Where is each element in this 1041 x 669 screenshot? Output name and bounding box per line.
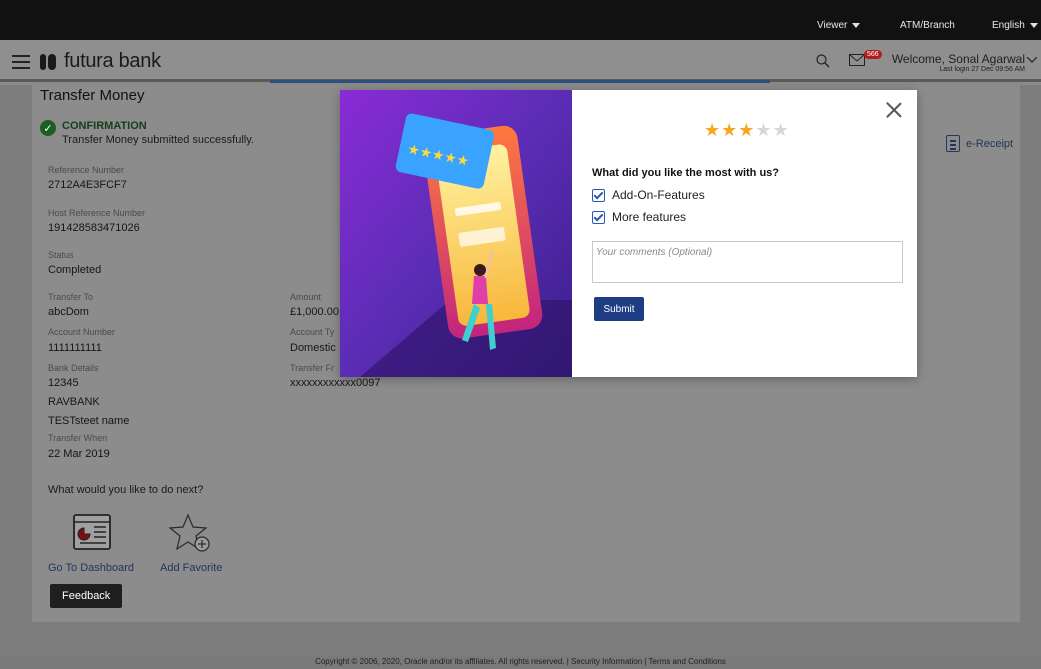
account-type-label: Account Ty <box>290 327 335 337</box>
viewer-label: Viewer <box>817 20 848 31</box>
mail-count-badge: 566 <box>864 50 882 59</box>
confirmation-title: CONFIRMATION <box>62 120 147 132</box>
transfer-when-value: 22 Mar 2019 <box>48 448 110 460</box>
language-menu[interactable]: English <box>992 20 1038 31</box>
transfer-to-label: Transfer To <box>48 292 94 302</box>
welcome-text: Welcome, Sonal Agarwal <box>891 52 1025 66</box>
confirmation-block: ✓ CONFIRMATION Transfer Money submitted … <box>40 120 254 146</box>
add-favorite-action[interactable]: Add Favorite <box>160 512 222 574</box>
feedback-button[interactable]: Feedback <box>50 584 123 608</box>
feedback-form: ★★★★★ What did you like the most with us… <box>572 90 917 377</box>
checkbox-checked-icon[interactable] <box>592 210 605 224</box>
receipt-icon <box>946 135 960 152</box>
feedback-illustration: ★★★★★ <box>340 90 572 377</box>
logo-mark-icon <box>38 52 60 72</box>
bank-details-label: Bank Details <box>48 363 99 373</box>
check-circle-icon: ✓ <box>40 120 56 136</box>
amount-value: £1,000.00 <box>290 306 339 318</box>
reference-number-value: 2712A4E3FCF7 <box>48 179 127 191</box>
feedback-question: What did you like the most with us? <box>592 167 780 179</box>
header-accent-line <box>270 80 770 83</box>
last-login-text: Last login 27 Dec 09:56 AM <box>939 66 1025 73</box>
confirmation-message: Transfer Money submitted successfully. <box>62 134 254 146</box>
chevron-down-icon <box>852 23 861 28</box>
mail-icon[interactable] <box>849 54 865 66</box>
go-to-dashboard-action[interactable]: Go To Dashboard <box>48 512 134 574</box>
welcome-block[interactable]: Welcome, Sonal Agarwal Last login 27 Dec… <box>890 52 1025 73</box>
atm-branch-link[interactable]: ATM/Branch <box>900 20 955 31</box>
amount-label: Amount <box>290 292 322 302</box>
chevron-down-icon <box>1029 23 1038 28</box>
top-bar: Viewer ATM/Branch English <box>0 0 1041 40</box>
atm-branch-label: ATM/Branch <box>900 20 955 31</box>
option-label: Add-On-Features <box>612 188 705 202</box>
e-receipt-label: e-Receipt <box>966 137 1014 150</box>
reference-number-label: Reference Number <box>48 165 125 175</box>
account-number-label: Account Number <box>48 327 116 337</box>
search-icon[interactable] <box>816 54 830 68</box>
status-label: Status <box>48 250 74 260</box>
option-label: More features <box>612 210 687 224</box>
account-number-value: 1111111111 <box>48 342 102 354</box>
host-reference-label: Host Reference Number <box>48 208 146 218</box>
status-value: Completed <box>48 264 102 276</box>
next-actions-heading: What would you like to do next? <box>48 484 204 496</box>
bank-details-line: TESTsteet name <box>48 415 130 427</box>
transfer-when-label: Transfer When <box>48 433 108 443</box>
star-add-icon <box>168 513 210 552</box>
brand-name: futura bank <box>64 50 161 72</box>
brand-logo[interactable]: futura bank <box>38 50 161 73</box>
host-reference-value: 191428583471026 <box>48 222 140 234</box>
close-icon[interactable] <box>885 100 903 118</box>
star-icon[interactable]: ★ <box>738 120 755 140</box>
dashboard-icon <box>73 514 111 550</box>
menu-icon[interactable] <box>12 55 30 69</box>
bank-details-line: RAVBANK <box>48 396 100 408</box>
transfer-from-value: xxxxxxxxxxxx0097 <box>290 377 381 389</box>
e-receipt-link[interactable]: e-Receipt <box>946 135 1013 152</box>
phone-rating-illustration: ★★★★★ <box>340 90 572 377</box>
chevron-down-icon[interactable] <box>1027 57 1037 63</box>
account-type-value: Domestic <box>290 342 336 354</box>
bank-details-line: 12345 <box>48 377 79 389</box>
add-favorite-label: Add Favorite <box>160 562 223 574</box>
star-icon[interactable]: ★ <box>704 120 721 140</box>
comments-field[interactable] <box>592 241 903 283</box>
app-header: futura bank <box>0 40 1041 82</box>
star-icon[interactable]: ★ <box>773 120 790 140</box>
viewer-menu[interactable]: Viewer <box>817 20 861 31</box>
footer: Copyright © 2006, 2020, Oracle and/or it… <box>0 655 1041 669</box>
star-icon[interactable]: ★ <box>721 120 738 140</box>
feedback-modal: ★★★★★ ★★★★★ What did you like the most w… <box>340 90 917 377</box>
star-rating[interactable]: ★★★★★ <box>704 120 790 141</box>
page-title: Transfer Money <box>40 87 145 104</box>
submit-button[interactable]: Submit <box>594 297 644 321</box>
option-more-features[interactable]: More features <box>592 210 686 224</box>
transfer-to-value: abcDom <box>48 306 89 318</box>
option-add-on-features[interactable]: Add-On-Features <box>592 188 705 202</box>
star-icon[interactable]: ★ <box>755 120 772 140</box>
go-to-dashboard-label: Go To Dashboard <box>48 562 135 574</box>
transfer-from-label: Transfer Fr <box>290 363 335 373</box>
language-label: English <box>992 20 1025 31</box>
checkbox-checked-icon[interactable] <box>592 188 605 202</box>
